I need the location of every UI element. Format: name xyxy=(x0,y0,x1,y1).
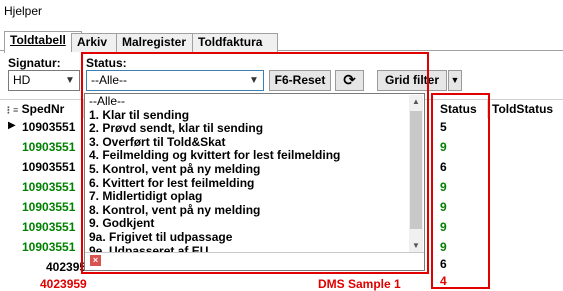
tab-toldfaktura[interactable]: Toldfaktura xyxy=(192,33,278,52)
signatur-select[interactable]: HD ▼ xyxy=(8,70,80,91)
cell-spednr[interactable]: 10903551 xyxy=(22,240,75,254)
cell-spednr[interactable]: 10903551 xyxy=(22,140,75,154)
tab-strip: Toldtabell Arkiv Malregister Toldfaktura xyxy=(0,31,563,53)
grid-menu-icon: ⋮≡ xyxy=(4,105,19,115)
cell-spednr[interactable]: 10903551 xyxy=(22,200,75,214)
highlight-box-status-column xyxy=(431,93,490,289)
tab-malregister[interactable]: Malregister xyxy=(116,33,202,52)
cell-spednr[interactable]: 10903551 xyxy=(22,160,75,174)
grid-filter-dropdown-icon[interactable]: ▼ xyxy=(448,70,462,91)
tab-label: Toldfaktura xyxy=(198,35,263,49)
signatur-value: HD xyxy=(13,73,31,87)
chevron-down-icon: ▼ xyxy=(65,75,75,86)
tab-label: Malregister xyxy=(122,35,187,49)
cell-spednr[interactable]: 10903551 xyxy=(22,120,75,134)
signatur-label: Signatur: xyxy=(8,56,61,70)
cell-spednr[interactable]: 10903551 xyxy=(22,180,75,194)
tab-label: Toldtabell xyxy=(10,33,66,47)
tab-label: Arkiv xyxy=(77,35,108,49)
column-header-spednr[interactable]: ⋮≡ SpedNr xyxy=(0,100,84,118)
highlight-box-status-filter xyxy=(81,52,429,274)
cell-spednr[interactable]: 4023959 xyxy=(40,277,87,291)
menu-hjelper[interactable]: Hjelper xyxy=(4,4,42,18)
current-row-indicator-icon: ▶ xyxy=(8,120,16,131)
cell-spednr[interactable]: 10903551 xyxy=(22,220,75,234)
column-label: SpedNr xyxy=(21,102,65,116)
cell-note[interactable]: DMS Sample 1 xyxy=(318,277,401,291)
column-header-toldstatus[interactable]: ToldStatus xyxy=(488,100,563,118)
